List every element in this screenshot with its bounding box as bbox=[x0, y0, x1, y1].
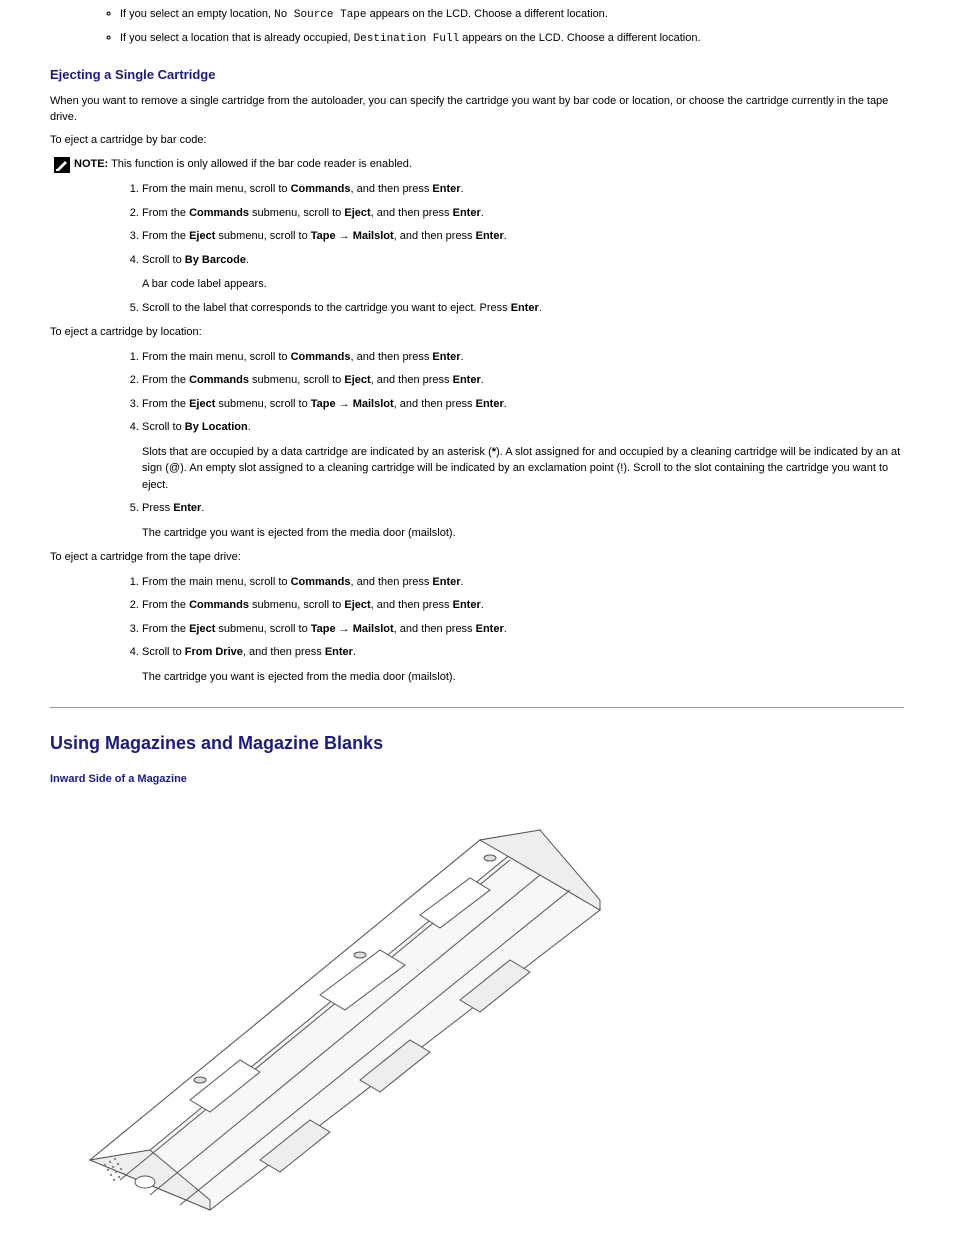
step-after-text: The cartridge you want is ejected from t… bbox=[142, 525, 904, 542]
paragraph: To eject a cartridge by location: bbox=[50, 324, 904, 341]
document-body: If you select an empty location, No Sour… bbox=[50, 6, 904, 1220]
note-icon bbox=[54, 157, 70, 173]
step-after-text: Slots that are occupied by a data cartri… bbox=[142, 444, 904, 494]
magazine-diagram bbox=[60, 800, 904, 1220]
text: appears on the LCD. Choose a different l… bbox=[367, 8, 608, 20]
figure-caption: Inward Side of a Magazine bbox=[50, 771, 904, 788]
code-text: Destination Full bbox=[354, 33, 460, 45]
steps-from-drive: From the main menu, scroll to Commands, … bbox=[50, 574, 904, 686]
bullet-item: If you select an empty location, No Sour… bbox=[120, 6, 904, 24]
list-item: From the Eject submenu, scroll to Tape →… bbox=[142, 621, 904, 638]
step-after-text: A bar code label appears. bbox=[142, 276, 904, 293]
paragraph: To eject a cartridge from the tape drive… bbox=[50, 549, 904, 566]
note-block: NOTE: This function is only allowed if t… bbox=[54, 156, 904, 173]
list-item: From the main menu, scroll to Commands, … bbox=[142, 574, 904, 591]
list-item: Press Enter. The cartridge you want is e… bbox=[142, 500, 904, 541]
list-item: Scroll to From Drive, and then press Ent… bbox=[142, 644, 904, 685]
bullet-item: If you select a location that is already… bbox=[120, 30, 904, 48]
section-heading-ejecting: Ejecting a Single Cartridge bbox=[50, 65, 904, 85]
step-after-text: The cartridge you want is ejected from t… bbox=[142, 669, 904, 686]
sub-bullet-list: If you select an empty location, No Sour… bbox=[50, 6, 904, 47]
paragraph: When you want to remove a single cartrid… bbox=[50, 93, 904, 126]
list-item: From the Eject submenu, scroll to Tape →… bbox=[142, 396, 904, 413]
steps-barcode: From the main menu, scroll to Commands, … bbox=[50, 181, 904, 316]
list-item: Scroll to the label that corresponds to … bbox=[142, 300, 904, 317]
text: appears on the LCD. Choose a different l… bbox=[459, 32, 700, 44]
code-text: No Source Tape bbox=[274, 9, 366, 21]
text: If you select an empty location, bbox=[120, 8, 274, 20]
list-item: From the Commands submenu, scroll to Eje… bbox=[142, 205, 904, 222]
list-item: Scroll to By Barcode. A bar code label a… bbox=[142, 252, 904, 293]
list-item: From the main menu, scroll to Commands, … bbox=[142, 349, 904, 366]
note-label: NOTE: bbox=[74, 158, 108, 170]
list-item: From the Commands submenu, scroll to Eje… bbox=[142, 372, 904, 389]
section-heading-magazines: Using Magazines and Magazine Blanks bbox=[50, 730, 904, 757]
text: If you select a location that is already… bbox=[120, 32, 354, 44]
text: This function is only allowed if the bar… bbox=[108, 158, 412, 170]
note-text: NOTE: This function is only allowed if t… bbox=[74, 156, 412, 173]
list-item: From the Commands submenu, scroll to Eje… bbox=[142, 597, 904, 614]
section-divider bbox=[50, 707, 904, 708]
list-item: From the Eject submenu, scroll to Tape →… bbox=[142, 228, 904, 245]
steps-location: From the main menu, scroll to Commands, … bbox=[50, 349, 904, 542]
list-item: From the main menu, scroll to Commands, … bbox=[142, 181, 904, 198]
paragraph: To eject a cartridge by bar code: bbox=[50, 132, 904, 149]
list-item: Scroll to By Location. Slots that are oc… bbox=[142, 419, 904, 493]
